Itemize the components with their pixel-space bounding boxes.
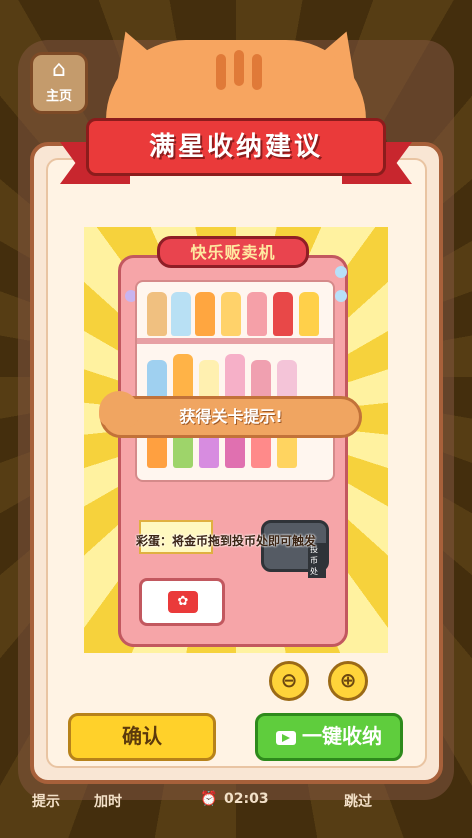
drink-item bbox=[199, 360, 219, 400]
dialog-title: 满星收纳建议 bbox=[148, 132, 323, 162]
home-label: 主页 bbox=[45, 89, 72, 104]
zoom-out-icon: ⊖ bbox=[280, 668, 298, 692]
timer: 02:03 bbox=[224, 791, 269, 807]
zoom-out-button[interactable]: ⊖ bbox=[269, 661, 309, 701]
easter-egg-hint: 彩蛋：将金币拖到投币处即可触发 bbox=[136, 534, 317, 548]
bottom-bar: 提示 加时 ⏰ 02:03 跳过 bbox=[0, 775, 472, 838]
drink-item bbox=[147, 292, 167, 336]
shelf bbox=[137, 338, 333, 344]
paw-icon: ✿ bbox=[168, 591, 198, 613]
home-button[interactable]: ⌂ 主页 bbox=[30, 52, 88, 114]
drink-item bbox=[273, 292, 293, 336]
vending-machine: 快乐贩卖机 投币处 ✿ bbox=[118, 236, 348, 647]
hint-banner-text: 获得关卡提示! bbox=[179, 407, 283, 426]
machine-light-right bbox=[335, 290, 347, 302]
add-time-button[interactable]: 加时 bbox=[94, 791, 122, 811]
solution-preview-image: 快乐贩卖机 投币处 ✿ 彩蛋：将金币拖到投币处即可触发 bbox=[84, 227, 388, 653]
drink-item bbox=[251, 360, 271, 400]
home-icon: ⌂ bbox=[52, 57, 66, 82]
cat-ear-icon bbox=[99, 391, 139, 427]
machine-light-right-top bbox=[335, 266, 347, 278]
machine-sign-text: 快乐贩卖机 bbox=[190, 243, 276, 262]
hint-button[interactable]: 提示 bbox=[32, 791, 60, 811]
hint-banner: 获得关卡提示! bbox=[99, 391, 362, 438]
title-ribbon: 满星收纳建议 bbox=[60, 106, 412, 186]
drink-item bbox=[195, 292, 215, 336]
drink-item bbox=[171, 292, 191, 336]
one-click-store-label: 一键收纳 bbox=[302, 724, 382, 748]
drink-item bbox=[247, 292, 267, 336]
one-click-store-button[interactable]: 一键收纳 bbox=[255, 713, 403, 761]
video-icon bbox=[276, 730, 296, 745]
zoom-in-icon: ⊕ bbox=[339, 668, 357, 692]
confirm-label: 确认 bbox=[122, 724, 162, 748]
alarm-clock-icon: ⏰ bbox=[200, 791, 218, 807]
drink-item bbox=[173, 354, 193, 400]
confirm-button[interactable]: 确认 bbox=[68, 713, 216, 761]
drink-item bbox=[277, 360, 297, 400]
drink-item bbox=[299, 292, 319, 336]
drink-item bbox=[147, 360, 167, 400]
zoom-in-button[interactable]: ⊕ bbox=[328, 661, 368, 701]
machine-sign: 快乐贩卖机 bbox=[157, 236, 309, 268]
ribbon-main: 满星收纳建议 bbox=[86, 118, 386, 176]
drink-item bbox=[225, 354, 245, 400]
dispenser: ✿ bbox=[139, 578, 225, 626]
drink-item bbox=[221, 292, 241, 336]
machine-glass bbox=[135, 280, 335, 482]
skip-button[interactable]: 跳过 bbox=[344, 791, 372, 811]
